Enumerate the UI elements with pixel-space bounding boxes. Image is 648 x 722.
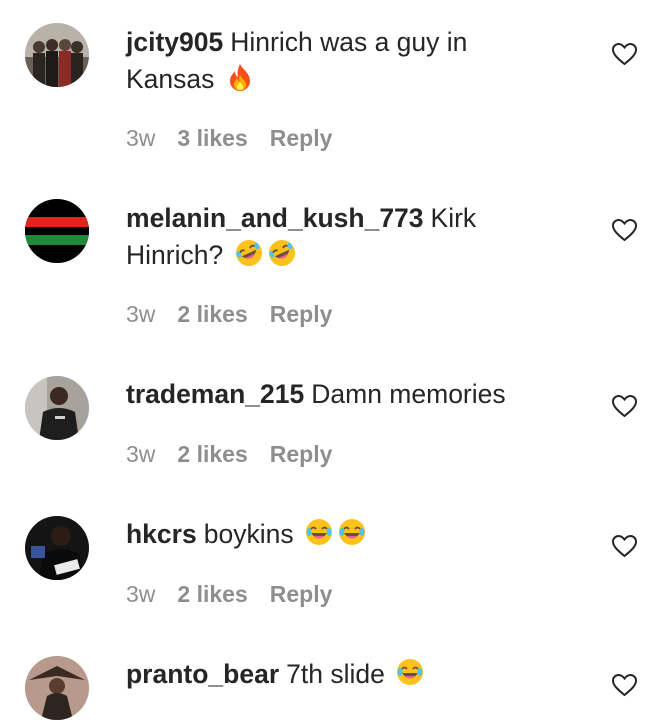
rofl-emoji <box>267 238 297 268</box>
timestamp: 3w <box>126 301 156 327</box>
comment-text: hkcrs boykins <box>126 516 546 553</box>
timestamp: 3w <box>126 441 156 467</box>
heart-icon[interactable] <box>611 394 638 418</box>
rofl-emoji <box>234 238 264 268</box>
reply-button[interactable]: Reply <box>270 581 333 608</box>
comment-meta: 3w 2 likes Reply <box>126 301 354 328</box>
comment-text: jcity905 Hinrich was a guy in Kansas <box>126 24 546 98</box>
joy-emoji <box>337 517 367 547</box>
joy-emoji <box>395 657 425 687</box>
username-link[interactable]: hkcrs <box>126 519 197 549</box>
avatar[interactable] <box>25 516 89 580</box>
avatar[interactable] <box>25 376 89 440</box>
comment-body: 7th slide <box>286 659 385 689</box>
comment-meta: 3w 2 likes Reply <box>126 581 354 608</box>
likes-count[interactable]: 2 likes <box>177 581 247 608</box>
comment-text: trademan_215 Damn memories <box>126 376 546 413</box>
heart-icon[interactable] <box>611 42 638 66</box>
reply-button[interactable]: Reply <box>270 441 333 468</box>
comment-meta: 3w 2 likes Reply <box>126 441 354 468</box>
heart-icon[interactable] <box>611 673 638 697</box>
avatar[interactable] <box>25 656 89 720</box>
username-link[interactable]: melanin_and_kush_773 <box>126 203 424 233</box>
avatar[interactable] <box>25 23 89 87</box>
comment-meta: 3w 3 likes Reply <box>126 125 354 152</box>
fire-emoji <box>225 62 255 92</box>
username-link[interactable]: trademan_215 <box>126 379 304 409</box>
likes-count[interactable]: 3 likes <box>177 125 247 152</box>
reply-button[interactable]: Reply <box>270 125 333 152</box>
likes-count[interactable]: 2 likes <box>177 441 247 468</box>
heart-icon[interactable] <box>611 218 638 242</box>
reply-button[interactable]: Reply <box>270 301 333 328</box>
comment-body: boykins <box>203 519 294 549</box>
timestamp: 3w <box>126 125 156 151</box>
comment-text: pranto_bear 7th slide <box>126 656 546 693</box>
likes-count[interactable]: 2 likes <box>177 301 247 328</box>
comment-body: Damn memories <box>311 379 506 409</box>
username-link[interactable]: pranto_bear <box>126 659 279 689</box>
comment-text: melanin_and_kush_773 Kirk Hinrich? <box>126 200 546 274</box>
username-link[interactable]: jcity905 <box>126 27 223 57</box>
timestamp: 3w <box>126 581 156 607</box>
avatar[interactable] <box>25 199 89 263</box>
joy-emoji <box>304 517 334 547</box>
heart-icon[interactable] <box>611 534 638 558</box>
